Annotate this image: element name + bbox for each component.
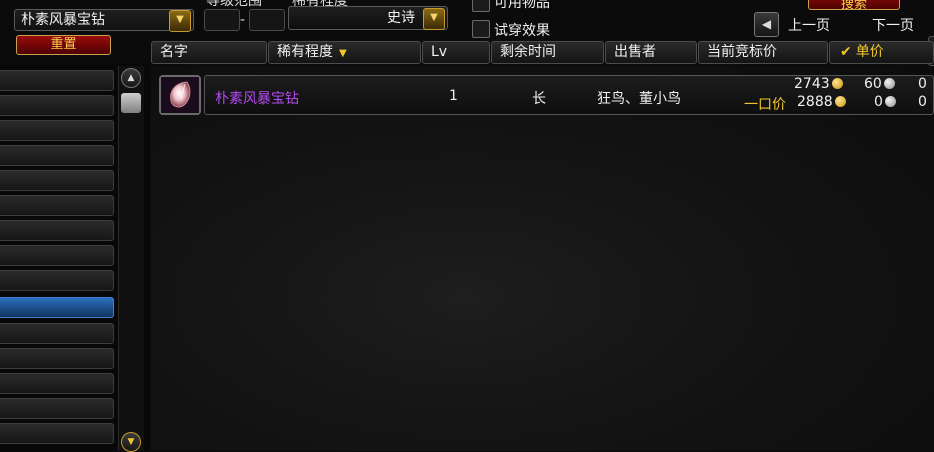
usable-items-checkbox[interactable] — [472, 0, 490, 12]
next-page-button[interactable]: 下一页 — [872, 15, 914, 35]
category-item-selected[interactable] — [0, 297, 114, 318]
tryon-checkbox[interactable] — [472, 20, 490, 38]
prev-page-button[interactable]: 上一页 — [788, 15, 830, 35]
column-header-time-left[interactable]: 剩余时间 — [491, 41, 604, 64]
max-level-input[interactable] — [249, 9, 285, 31]
usable-items-label: 可用物品 — [494, 0, 550, 10]
silver-coin-icon — [883, 78, 895, 89]
sort-arrow-icon: ▼ — [339, 48, 347, 59]
category-item[interactable] — [0, 220, 114, 241]
search-button[interactable]: 搜索 — [808, 0, 900, 10]
category-item[interactable] — [0, 348, 114, 369]
scroll-down-icon[interactable]: ▼ — [121, 432, 141, 452]
column-header-unit-price[interactable]: ✔ 单价 — [829, 41, 934, 64]
column-header-current-bid-label: 当前竞标价 — [707, 44, 777, 60]
listing-item-name[interactable]: 朴素风暴宝钻 — [215, 88, 299, 108]
category-item[interactable] — [0, 323, 114, 344]
bid-copper: 0 — [918, 76, 927, 92]
min-level-input[interactable] — [204, 9, 240, 31]
gem-icon[interactable] — [159, 75, 201, 115]
gem-icon-graphic — [161, 77, 199, 113]
buyout-label: 一口价 — [744, 97, 786, 113]
buyout-copper-amount: 0 — [918, 94, 927, 110]
bid-silver: 60 — [864, 76, 895, 92]
level-range-label: 等级范围 — [206, 0, 262, 8]
category-scrollbar[interactable] — [118, 66, 144, 451]
bid-gold: 2743 — [794, 76, 843, 92]
category-item[interactable] — [0, 423, 114, 444]
category-item[interactable] — [0, 120, 114, 141]
scroll-up-icon[interactable]: ▲ — [121, 68, 141, 88]
category-item[interactable] — [0, 170, 114, 191]
rarity-dropdown[interactable]: 史诗 ▼ — [288, 6, 448, 30]
column-header-unit-price-label: 单价 — [855, 44, 884, 60]
tryon-label: 试穿效果 — [494, 23, 550, 39]
category-item[interactable] — [0, 95, 114, 116]
item-name-value: 朴素风暴宝钻 — [21, 12, 105, 28]
rarity-value: 史诗 — [387, 10, 415, 26]
category-item[interactable] — [0, 245, 114, 266]
scroll-thumb[interactable] — [121, 93, 141, 113]
column-header-time-left-label: 剩余时间 — [500, 44, 556, 60]
bid-silver-amount: 60 — [864, 76, 882, 92]
buyout-silver-amount: 0 — [874, 94, 883, 110]
column-header-seller-label: 出售者 — [614, 44, 656, 60]
silver-coin-icon — [884, 96, 896, 107]
category-item[interactable] — [0, 145, 114, 166]
listing-seller: 狂鸟、董小鸟 — [597, 91, 681, 107]
listing-area — [151, 66, 934, 451]
category-item[interactable] — [0, 398, 114, 419]
category-item[interactable] — [0, 373, 114, 394]
column-header-current-bid[interactable]: 当前竞标价 — [698, 41, 828, 64]
buyout-copper: 0 — [918, 94, 927, 110]
bid-copper-amount: 0 — [918, 76, 927, 92]
level-separator: - — [240, 12, 246, 28]
column-header-name[interactable]: 名字 — [151, 41, 267, 64]
chevron-down-icon[interactable]: ▼ — [423, 8, 445, 30]
listing-time-left: 长 — [532, 91, 546, 107]
column-header-level-label: Lv — [431, 44, 448, 60]
checkmark-icon: ✔ — [840, 44, 852, 60]
category-item[interactable] — [0, 195, 114, 216]
buyout-gold: 2888 — [797, 94, 846, 110]
column-header-rarity[interactable]: 稀有程度 ▼ — [268, 41, 421, 64]
category-item[interactable] — [0, 270, 114, 291]
column-header-level[interactable]: Lv — [422, 41, 490, 64]
chevron-down-icon[interactable]: ▼ — [169, 10, 191, 32]
arrow-left-icon[interactable]: ◀ — [754, 12, 779, 37]
buyout-gold-amount: 2888 — [797, 94, 833, 110]
column-header-rarity-label: 稀有程度 — [277, 44, 333, 60]
buyout-silver: 0 — [874, 94, 896, 110]
item-name-dropdown[interactable]: 朴素风暴宝钻 ▼ — [14, 9, 194, 32]
gold-coin-icon — [834, 96, 846, 107]
column-header-seller[interactable]: 出售者 — [605, 41, 697, 64]
listing-level: 1 — [449, 88, 458, 104]
column-header-name-label: 名字 — [160, 44, 188, 60]
category-item[interactable] — [0, 70, 114, 91]
bid-gold-amount: 2743 — [794, 76, 830, 92]
gold-coin-icon — [831, 78, 843, 89]
reset-button[interactable]: 重置 — [16, 35, 111, 55]
